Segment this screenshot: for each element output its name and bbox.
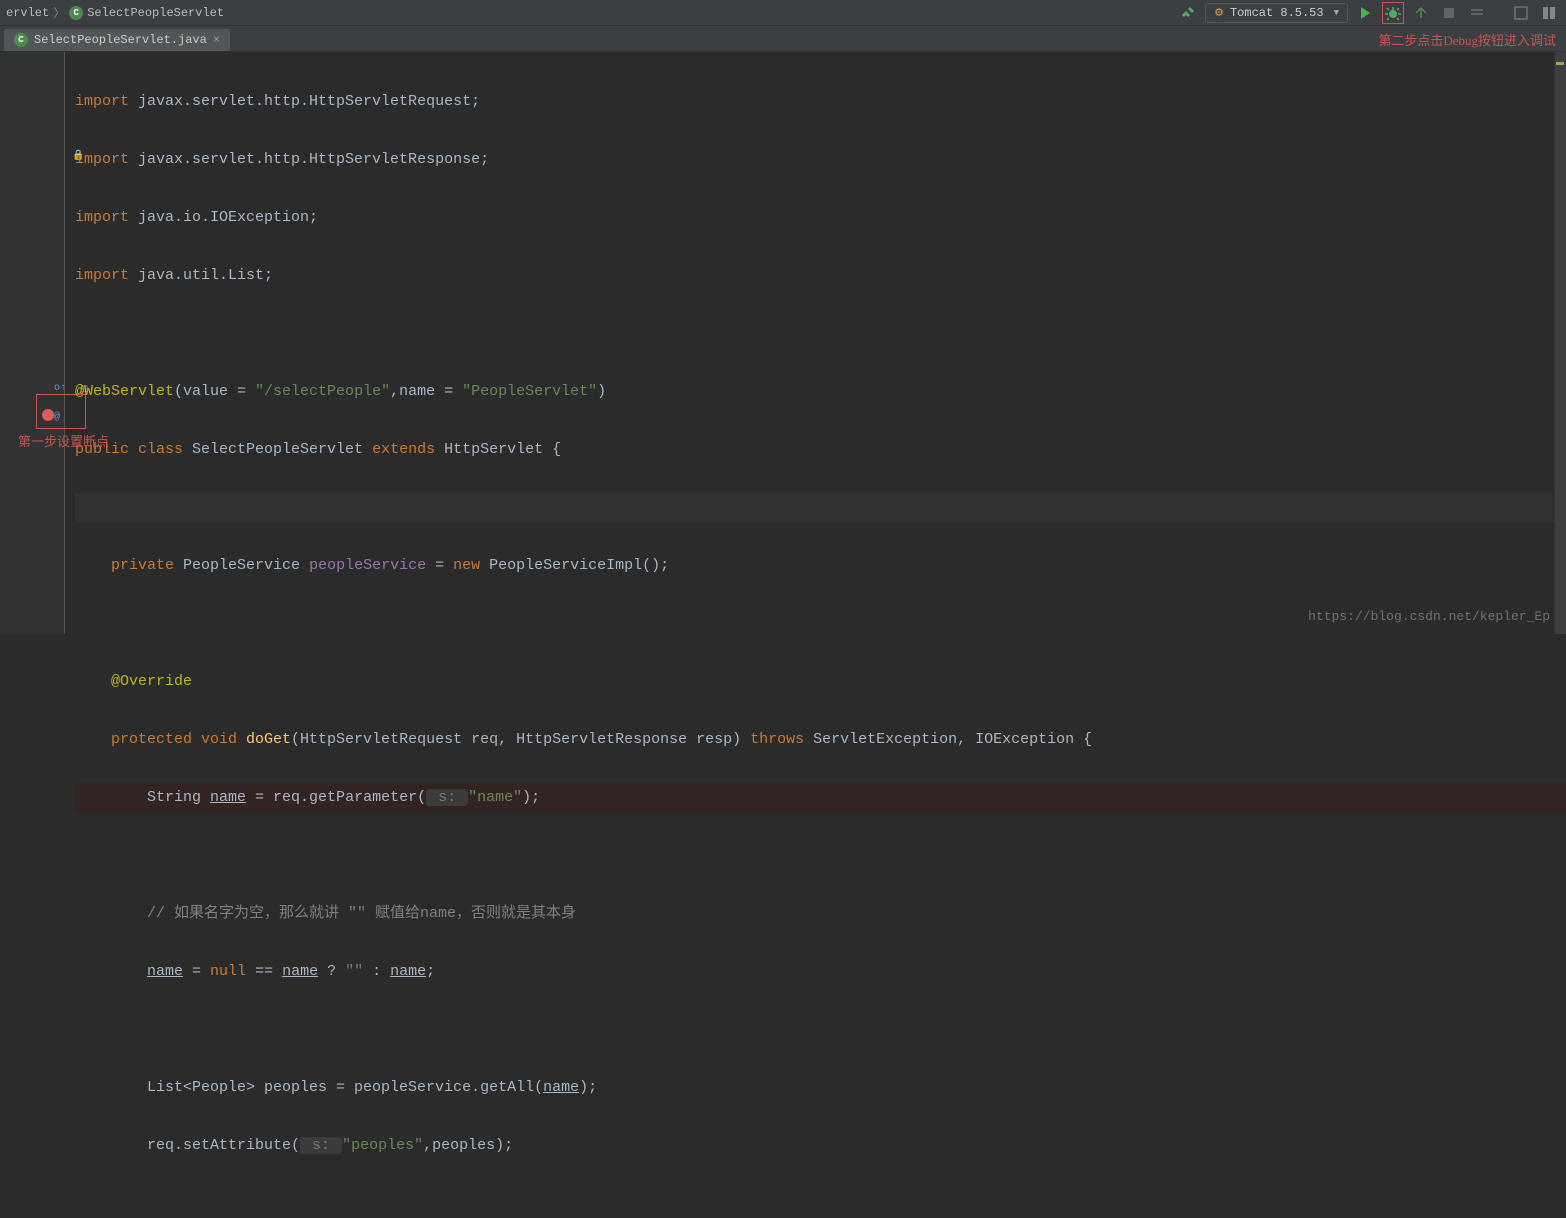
- scrollbar[interactable]: [1554, 52, 1566, 634]
- class-icon: C: [69, 6, 83, 20]
- build-button[interactable]: [1177, 2, 1199, 24]
- breadcrumb-class[interactable]: C SelectPeopleServlet: [69, 6, 224, 20]
- stop-icon: [1441, 5, 1457, 21]
- stop-button[interactable]: [1438, 2, 1460, 24]
- gutter[interactable]: 🔒 o↑ @ ⊟: [0, 52, 65, 634]
- editor-tabs: C SelectPeopleServlet.java ×: [0, 26, 1566, 52]
- scroll-warning-marker[interactable]: [1556, 62, 1564, 65]
- hammer-icon: [1180, 5, 1196, 21]
- tool-button-1[interactable]: [1510, 2, 1532, 24]
- breakpoint-icon[interactable]: [42, 409, 54, 421]
- layout-icon: [1541, 5, 1557, 21]
- run-config-selector[interactable]: ⚙ Tomcat 8.5.53 ▼: [1205, 3, 1348, 23]
- tool-button-2[interactable]: [1538, 2, 1560, 24]
- code-editor[interactable]: import javax.servlet.http.HttpServletReq…: [65, 52, 1566, 634]
- play-icon: [1357, 5, 1373, 21]
- breadcrumb: ervlet 〉 C SelectPeopleServlet: [6, 4, 224, 21]
- tomcat-icon: ⚙: [1214, 6, 1224, 20]
- debug-button[interactable]: [1382, 2, 1404, 24]
- close-tab-icon[interactable]: ×: [213, 33, 220, 47]
- file-tab[interactable]: C SelectPeopleServlet.java ×: [4, 29, 230, 51]
- watermark: https://blog.csdn.net/kepler_Ep: [1308, 609, 1550, 624]
- more-icon: [1469, 5, 1485, 21]
- attach-icon: [1413, 5, 1429, 21]
- attach-button[interactable]: [1410, 2, 1432, 24]
- annotation-step1: 第一步设置断点: [18, 431, 109, 450]
- breadcrumb-sep: 〉: [53, 4, 65, 21]
- square-icon: [1513, 5, 1529, 21]
- more-button[interactable]: [1466, 2, 1488, 24]
- breadcrumb-folder[interactable]: ervlet: [6, 6, 49, 20]
- annotation-step2: 第二步点击Debug按钮进入调试: [1378, 30, 1556, 49]
- run-button[interactable]: [1354, 2, 1376, 24]
- java-class-icon: C: [14, 33, 28, 47]
- bug-icon: [1385, 5, 1401, 21]
- chevron-down-icon: ▼: [1334, 8, 1339, 18]
